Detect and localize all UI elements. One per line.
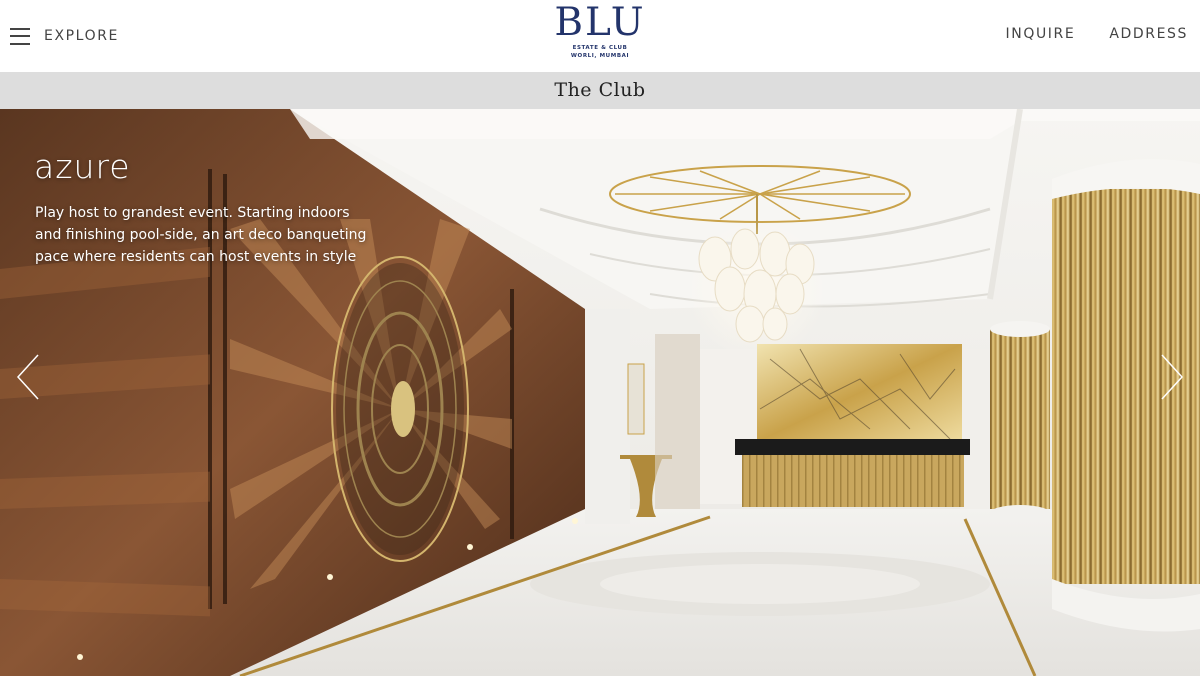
- hamburger-icon[interactable]: [10, 27, 30, 45]
- explore-menu-button[interactable]: EXPLORE: [10, 24, 119, 48]
- section-bar: The Club: [0, 72, 1200, 109]
- chevron-left-icon[interactable]: [12, 349, 48, 405]
- logo-title: BLU: [554, 0, 646, 45]
- chevron-right-icon[interactable]: [1152, 349, 1188, 405]
- hero-image: [0, 109, 1200, 676]
- logo-subtitle-line1: ESTATE & CLUB: [572, 45, 628, 51]
- slide-title: azure: [34, 147, 131, 186]
- hero-slide: azure Play host to grandest event. Start…: [0, 109, 1200, 676]
- inquire-link[interactable]: INQUIRE: [1006, 26, 1076, 42]
- address-link[interactable]: ADDRESS: [1109, 26, 1188, 42]
- section-title: The Club: [554, 79, 646, 101]
- slide-description: Play host to grandest event. Starting in…: [35, 205, 367, 265]
- header-nav: INQUIRE ADDRESS: [1006, 26, 1188, 42]
- logo-subtitle-line2: WORLI, MUMBAI: [570, 53, 630, 59]
- logo[interactable]: BLU ESTATE & CLUB WORLI, MUMBAI: [540, 2, 660, 68]
- explore-label[interactable]: EXPLORE: [44, 28, 119, 44]
- site-header: EXPLORE BLU ESTATE & CLUB WORLI, MUMBAI …: [0, 0, 1200, 72]
